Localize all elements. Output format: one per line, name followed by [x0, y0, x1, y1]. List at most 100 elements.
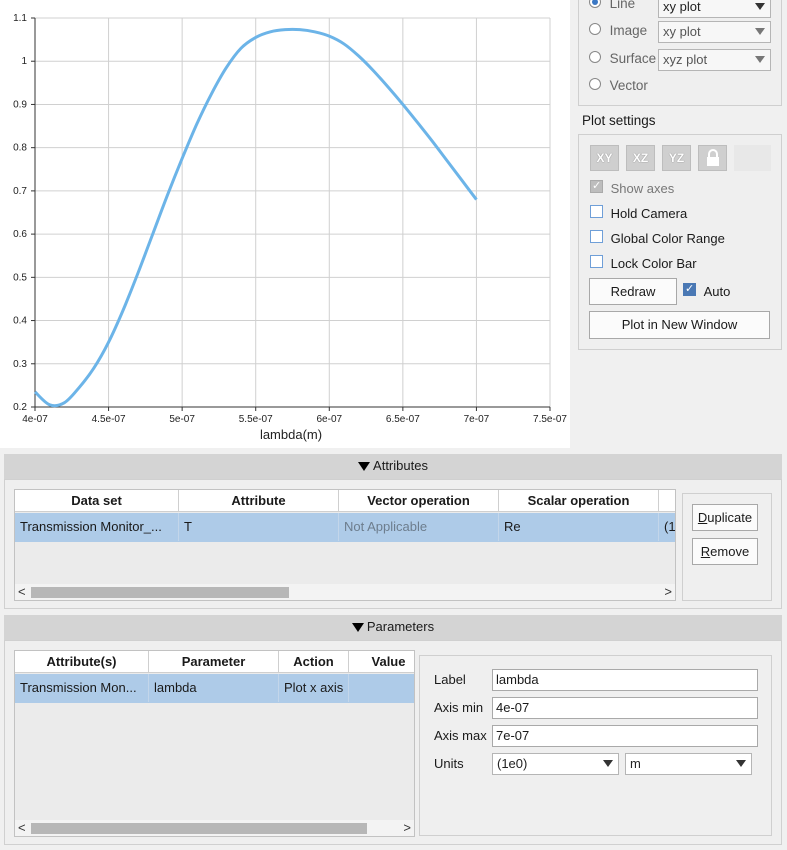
- view-yz-button[interactable]: YZ: [662, 145, 691, 171]
- show-axes-checkbox[interactable]: Show axes: [590, 179, 674, 196]
- plot-in-new-window-button[interactable]: Plot in New Window: [589, 311, 770, 339]
- attributes-hscrollbar[interactable]: < >: [15, 584, 675, 600]
- radio-line-label: Line: [609, 0, 636, 11]
- y-tick-label: 1.1: [13, 13, 27, 24]
- radio-vector-indicator[interactable]: [589, 78, 601, 90]
- x-tick-label: 7e-07: [464, 414, 490, 425]
- column-header-extra[interactable]: [659, 490, 675, 512]
- view-xy-button[interactable]: XY: [590, 145, 619, 171]
- hold-camera-check[interactable]: [590, 205, 603, 218]
- radio-vector[interactable]: Vector: [589, 78, 648, 93]
- line-chart: 0.2 0.3 0.4 0.5 0.6 0.7 0.8 0.9 1 1.1 4e-07 4.5e-0…: [13, 13, 567, 442]
- scroll-right-icon[interactable]: >: [403, 820, 411, 836]
- units-scale-value: (1e0): [497, 756, 528, 771]
- attributes-table: Data set Attribute Vector operation Scal…: [14, 489, 676, 601]
- cell-attributes[interactable]: Transmission Mon...: [15, 674, 149, 702]
- radio-surface-indicator[interactable]: [589, 51, 601, 63]
- y-tick-label: 0.3: [13, 359, 27, 370]
- hold-camera-checkbox[interactable]: Hold Camera: [590, 205, 687, 221]
- column-header-parameter[interactable]: Parameter: [149, 651, 279, 673]
- chevron-down-icon: [755, 28, 765, 35]
- view-xz-button[interactable]: XZ: [626, 145, 655, 171]
- parameters-section-header[interactable]: Parameters: [4, 615, 782, 640]
- column-header-attribute[interactable]: Attribute: [179, 490, 339, 512]
- x-axis-label: lambda(m): [260, 427, 322, 442]
- toolbar-spacer: [734, 145, 771, 171]
- units-unit-value: m: [630, 756, 641, 771]
- parameters-title: Parameters: [366, 619, 435, 634]
- global-color-range-check[interactable]: [590, 230, 603, 243]
- chevron-down-icon: [755, 3, 765, 10]
- surface-plot-combo[interactable]: xyz plot: [658, 49, 771, 71]
- column-header-vector-operation[interactable]: Vector operation: [339, 490, 499, 512]
- remove-button[interactable]: Remove: [692, 538, 758, 565]
- plot-canvas[interactable]: 0.2 0.3 0.4 0.5 0.6 0.7 0.8 0.9 1 1.1 4e-07 4.5e-0…: [0, 0, 570, 448]
- x-tick-label: 4.5e-07: [92, 414, 126, 425]
- radio-image-indicator[interactable]: [589, 23, 601, 35]
- scroll-left-icon[interactable]: <: [18, 820, 26, 836]
- collapse-triangle-icon: [358, 462, 371, 472]
- column-header-scalar-operation[interactable]: Scalar operation: [499, 490, 659, 512]
- line-plot-combo[interactable]: xy plot: [658, 0, 771, 18]
- attributes-section-header[interactable]: Attributes: [4, 454, 782, 479]
- column-header-value[interactable]: Value: [349, 651, 414, 673]
- duplicate-button[interactable]: Duplicate: [692, 504, 758, 531]
- radio-line-indicator[interactable]: [589, 0, 601, 8]
- redraw-button[interactable]: Redraw: [589, 278, 677, 305]
- show-axes-check[interactable]: [590, 179, 603, 193]
- hold-camera-label: Hold Camera: [610, 206, 688, 221]
- cell-scalar-operation[interactable]: Re: [499, 513, 659, 541]
- column-header-data-set[interactable]: Data set: [15, 490, 179, 512]
- lock-color-bar-label: Lock Color Bar: [610, 256, 697, 271]
- scroll-right-icon[interactable]: >: [664, 584, 672, 600]
- x-tick-label: 7.5e-07: [533, 414, 567, 425]
- scroll-thumb[interactable]: [31, 587, 289, 598]
- lock-icon: [706, 149, 719, 166]
- radio-line[interactable]: Line: [589, 0, 635, 11]
- y-tick-label: 0.9: [13, 99, 27, 110]
- auto-label: Auto: [703, 284, 731, 299]
- parameters-table: Attribute(s) Parameter Action Value Tran…: [14, 650, 415, 837]
- units-scale-combo[interactable]: (1e0): [492, 753, 619, 775]
- auto-checkbox[interactable]: Auto: [683, 282, 731, 299]
- attributes-panel: Data set Attribute Vector operation Scal…: [4, 479, 782, 609]
- units-unit-combo[interactable]: m: [625, 753, 752, 775]
- axis-min-field[interactable]: 4e-07: [492, 697, 758, 719]
- y-tick-labels: 0.2 0.3 0.4 0.5 0.6 0.7 0.8 0.9 1 1.1: [13, 13, 27, 413]
- auto-check[interactable]: [683, 282, 696, 296]
- scroll-left-icon[interactable]: <: [18, 584, 26, 600]
- cell-extra[interactable]: (1(: [659, 513, 675, 541]
- image-plot-combo-value: xy plot: [663, 24, 701, 39]
- lock-view-button[interactable]: [698, 145, 727, 171]
- cell-attribute[interactable]: T: [179, 513, 339, 541]
- x-tick-label: 6.5e-07: [386, 414, 420, 425]
- y-tick-label: 0.6: [13, 229, 27, 240]
- lock-color-bar-checkbox[interactable]: Lock Color Bar: [590, 255, 697, 271]
- cell-parameter[interactable]: lambda: [149, 674, 279, 702]
- column-header-attributes[interactable]: Attribute(s): [15, 651, 149, 673]
- chevron-down-icon: [603, 760, 613, 767]
- units-label: Units: [434, 756, 464, 771]
- radio-image[interactable]: Image: [589, 23, 647, 38]
- image-plot-combo[interactable]: xy plot: [658, 21, 771, 43]
- label-field[interactable]: lambda: [492, 669, 758, 691]
- radio-surface-label: Surface: [609, 51, 657, 66]
- axis-max-field[interactable]: 7e-07: [492, 725, 758, 747]
- y-tick-label: 1: [21, 56, 27, 67]
- table-row[interactable]: Transmission Mon... lambda Plot x axis: [15, 674, 414, 703]
- line-plot-combo-value: xy plot: [663, 0, 701, 14]
- lock-color-bar-check[interactable]: [590, 255, 603, 268]
- column-header-action[interactable]: Action: [279, 651, 349, 673]
- attributes-title: Attributes: [373, 458, 428, 473]
- parameters-hscrollbar[interactable]: < >: [15, 820, 414, 836]
- radio-surface[interactable]: Surface: [589, 51, 656, 66]
- y-tick-label: 0.8: [13, 143, 27, 154]
- cell-vector-operation[interactable]: Not Applicable: [339, 513, 499, 541]
- cell-data-set[interactable]: Transmission Monitor_...: [15, 513, 179, 541]
- global-color-range-checkbox[interactable]: Global Color Range: [590, 230, 725, 246]
- scroll-thumb[interactable]: [31, 823, 367, 834]
- table-row[interactable]: Transmission Monitor_... T Not Applicabl…: [15, 513, 675, 542]
- cell-action[interactable]: Plot x axis: [279, 674, 349, 702]
- y-tick-label: 0.5: [13, 272, 27, 283]
- chevron-down-icon: [736, 760, 746, 767]
